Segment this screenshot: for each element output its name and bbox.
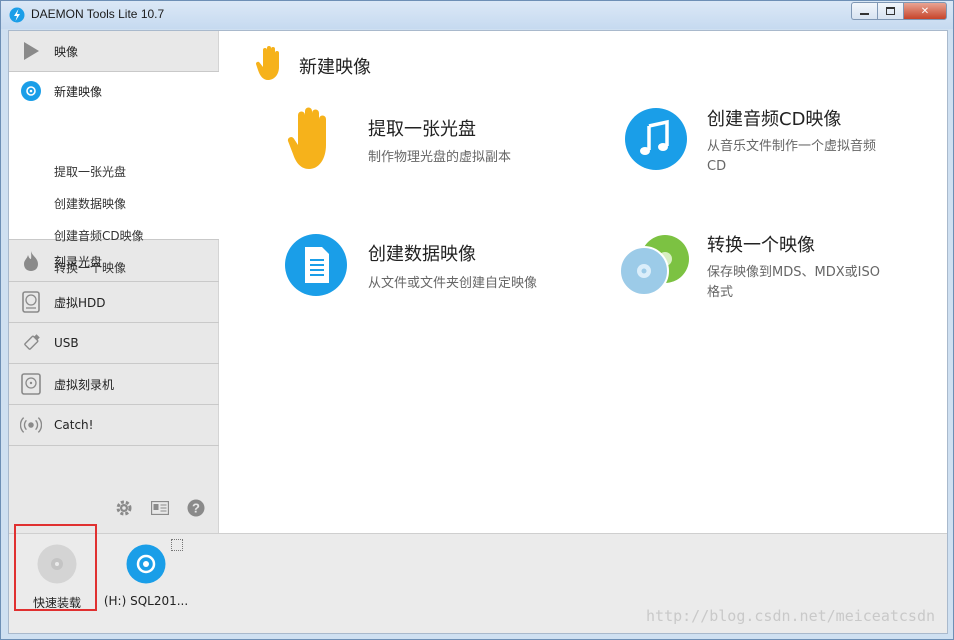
card-description-line2: 格式 [707, 285, 734, 300]
sidebar-item-burn-disc[interactable]: 刻录光盘 [9, 241, 219, 282]
drive-label: (H:) SQL201... [103, 594, 189, 608]
play-icon [20, 40, 42, 62]
sidebar-item-label: 虚拟HDD [54, 295, 106, 310]
sidebar-section-new-image: 新建映像 提取一张光盘 创建数据映像 创建音频CD映像 转换一个映像 [9, 72, 219, 275]
card-title: 创建数据映像 [368, 244, 476, 265]
card-title: 提取一张光盘 [368, 119, 476, 140]
document-icon [285, 234, 347, 296]
gear-icon[interactable] [115, 499, 133, 517]
sidebar-item-label: 刻录光盘 [54, 254, 103, 269]
card-description-line1: 保存映像到MDS、MDX或ISO [707, 265, 880, 280]
minimize-button[interactable] [851, 2, 877, 20]
sidebar-item-catch[interactable]: Catch! [9, 405, 219, 446]
convert-discs-icon [619, 235, 689, 296]
hand-icon [287, 107, 326, 169]
catch-icon [20, 414, 42, 436]
burner-icon [20, 373, 42, 395]
minimize-icon [860, 13, 869, 15]
card-description-line1: 从音乐文件制作一个虚拟音频 [707, 139, 877, 154]
drive-select-checkbox[interactable] [171, 539, 183, 551]
help-icon[interactable]: ? [187, 499, 205, 517]
sidebar-item-images[interactable]: 映像 [9, 31, 219, 72]
flame-icon [20, 250, 42, 272]
page-title: 新建映像 [299, 57, 371, 78]
highlight-annotation [14, 524, 97, 611]
hdd-icon [20, 291, 42, 313]
sidebar-item-virtual-hdd[interactable]: 虚拟HDD [9, 282, 219, 323]
svg-text:?: ? [192, 501, 200, 516]
card-title: 转换一个映像 [707, 235, 815, 256]
sidebar-item-label: 新建映像 [54, 84, 103, 99]
disc-icon [20, 80, 42, 102]
sidebar-item-new-image[interactable]: 新建映像 [9, 72, 219, 110]
client-area: 映像 新建映像 提取一张光盘 创建数据映像 创建音频CD映像 转换一个映像 刻录… [8, 30, 948, 634]
daemon-tools-logo-icon [9, 7, 25, 23]
card-description: 从文件或文件夹创建自定映像 [368, 276, 538, 291]
window-title: DAEMON Tools Lite 10.7 [31, 7, 165, 21]
id-card-icon[interactable] [151, 499, 169, 517]
title-bar[interactable]: DAEMON Tools Lite 10.7 ✕ [1, 1, 953, 29]
sidebar-subitem-rip-disc[interactable]: 提取一张光盘 [54, 163, 126, 180]
sidebar-item-virtual-burner[interactable]: 虚拟刻录机 [9, 364, 219, 405]
close-icon: ✕ [920, 5, 930, 17]
card-description-line2: CD [707, 159, 727, 174]
watermark: http://blog.csdn.net/meiceatcsdn [646, 607, 935, 625]
window-controls: ✕ [851, 2, 947, 20]
sidebar-item-label: Catch! [54, 418, 94, 432]
sidebar-item-label: 映像 [54, 44, 79, 59]
sidebar-item-label: USB [54, 336, 79, 350]
card-title: 创建音频CD映像 [707, 109, 842, 130]
close-button[interactable]: ✕ [903, 2, 947, 20]
usb-icon [20, 332, 42, 354]
sidebar-tools: ? [115, 499, 205, 517]
maximize-icon [886, 7, 895, 15]
sidebar-subitem-create-data-image[interactable]: 创建数据映像 [54, 195, 126, 212]
main-panel: 新建映像 提取一张光盘 制作物理光盘的虚拟副本 创建音频CD映像 从音乐文件制作… [220, 31, 947, 533]
sidebar-item-usb[interactable]: USB [9, 323, 219, 364]
app-window: DAEMON Tools Lite 10.7 ✕ 映像 新建映像 提取一张光盘 … [0, 0, 954, 640]
music-icon [625, 108, 687, 170]
sidebar-item-label: 虚拟刻录机 [54, 377, 115, 392]
card-description: 制作物理光盘的虚拟副本 [368, 150, 512, 165]
sidebar: 映像 新建映像 提取一张光盘 创建数据映像 创建音频CD映像 转换一个映像 刻录… [9, 31, 219, 533]
hand-small-icon [255, 46, 279, 80]
maximize-button[interactable] [877, 2, 903, 20]
mounted-disc-icon [126, 544, 166, 584]
mounted-drive-h[interactable]: (H:) SQL201... [103, 544, 189, 608]
